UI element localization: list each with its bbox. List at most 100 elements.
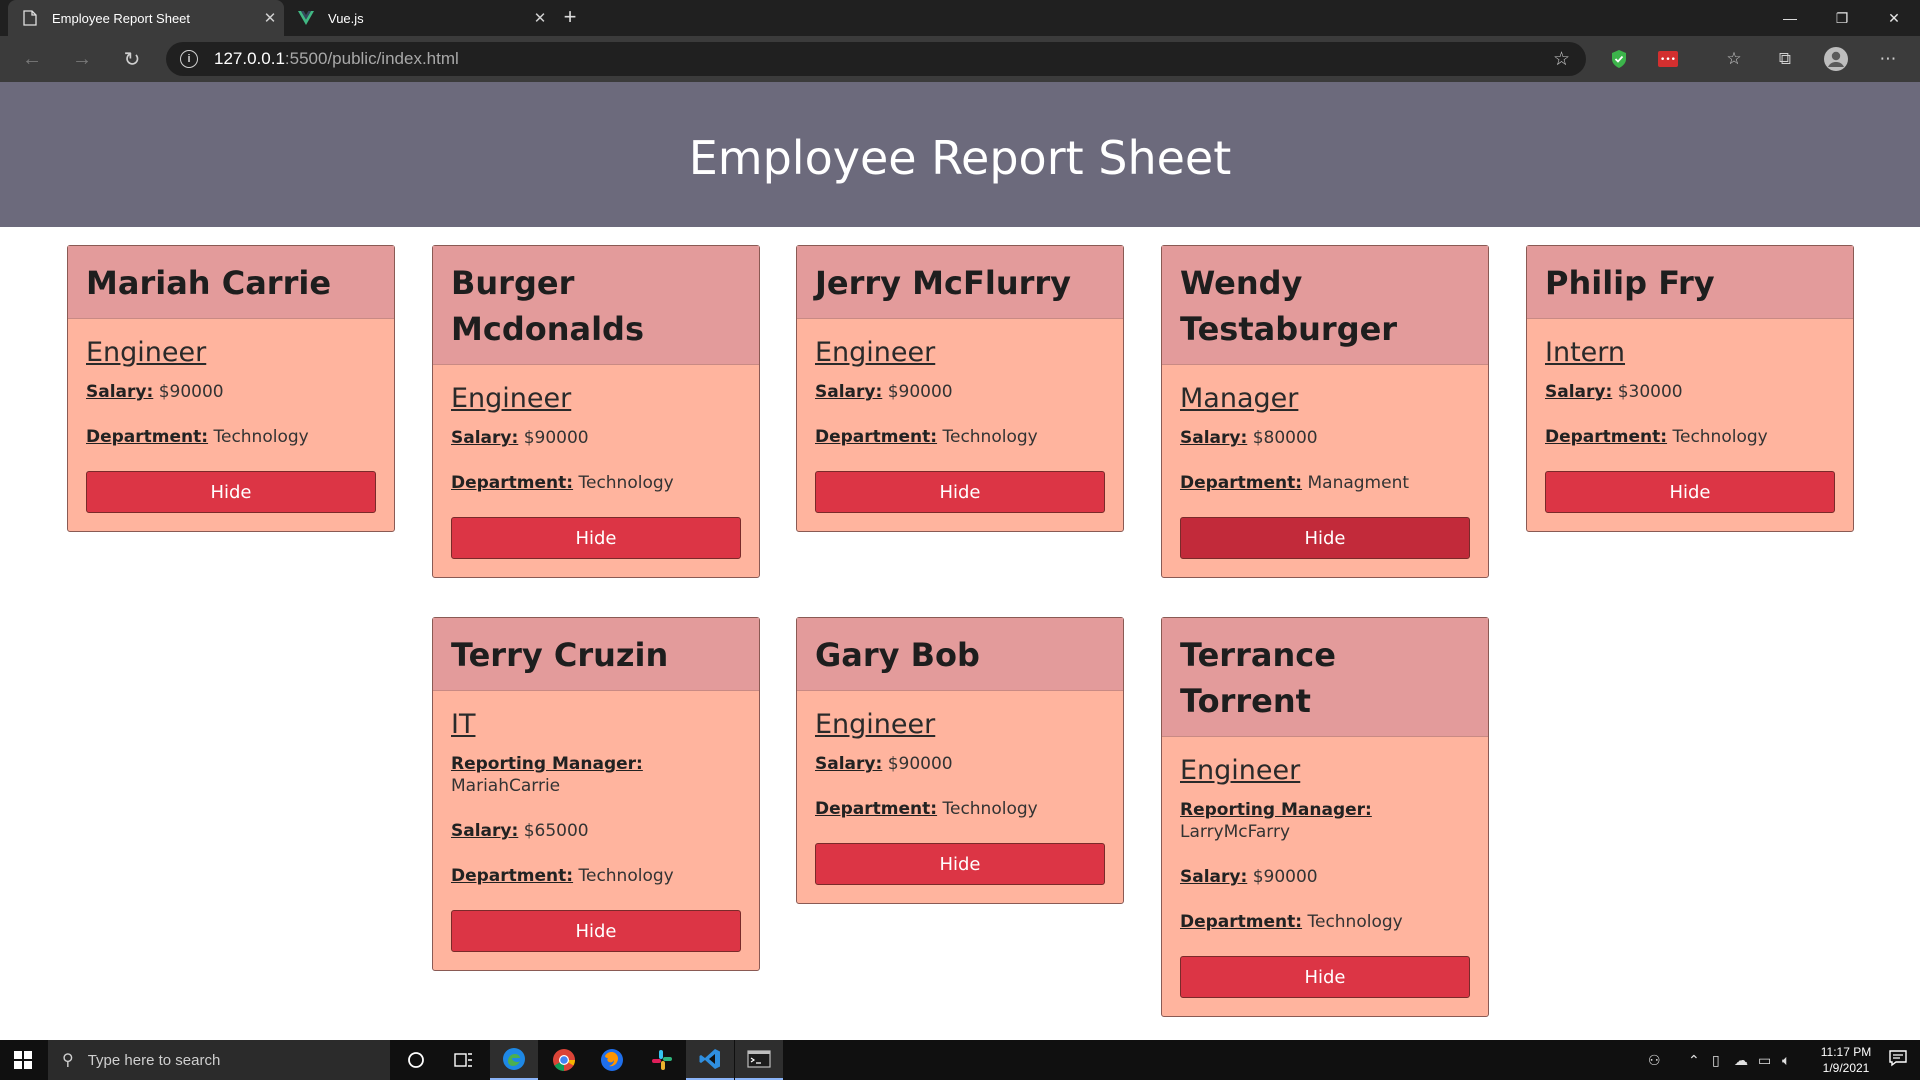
- page-title: Employee Report Sheet: [688, 130, 1232, 185]
- card-header: Burger Mcdonalds: [433, 246, 759, 365]
- hide-button[interactable]: Hide: [451, 910, 741, 952]
- department-value: Managment: [1307, 473, 1410, 493]
- clock-time: 11:17 PM: [1820, 1045, 1872, 1059]
- salary-label: Salary:: [451, 428, 519, 448]
- card-body: Engineer Reporting Manager: LarryMcFarry…: [1162, 737, 1488, 1016]
- collections-icon[interactable]: ⧉: [1773, 47, 1797, 71]
- people-icon[interactable]: ⚇: [1648, 1040, 1661, 1080]
- favorite-star-icon[interactable]: ☆: [1553, 48, 1570, 71]
- firefox-icon[interactable]: [588, 1040, 636, 1080]
- department-label: Department:: [86, 427, 209, 447]
- shield-extension-icon[interactable]: [1607, 47, 1631, 71]
- card-header: Terry Cruzin: [433, 618, 759, 691]
- back-arrow-icon[interactable]: ←: [16, 43, 48, 75]
- notification-icon[interactable]: [1888, 1048, 1912, 1072]
- favorites-icon[interactable]: ☆: [1722, 47, 1746, 71]
- employee-role: Engineer: [86, 337, 207, 368]
- employee-card: Terrance Torrent Engineer Reporting Mana…: [1161, 617, 1489, 1017]
- card-body: Engineer Salary: $90000 Department: Tech…: [68, 319, 394, 531]
- salary-value: $65000: [523, 821, 589, 841]
- close-window-icon[interactable]: ✕: [1868, 0, 1920, 36]
- hide-button[interactable]: Hide: [451, 517, 741, 559]
- tab-vuejs[interactable]: Vue.js ✕: [284, 0, 554, 36]
- close-icon[interactable]: ✕: [526, 9, 554, 27]
- hide-button[interactable]: Hide: [815, 843, 1105, 885]
- employee-role: IT: [451, 709, 476, 740]
- tab-employee-report-sheet[interactable]: Employee Report Sheet ✕: [8, 0, 284, 36]
- card-header: Jerry McFlurry: [797, 246, 1123, 319]
- salary-label: Salary:: [1180, 428, 1248, 448]
- employee-name: Terry Cruzin: [451, 636, 669, 674]
- employee-name: Gary Bob: [815, 636, 980, 674]
- refresh-icon[interactable]: ↻: [116, 43, 148, 75]
- hide-button[interactable]: Hide: [1180, 956, 1470, 998]
- card-header: Wendy Testaburger: [1162, 246, 1488, 365]
- page-header: Employee Report Sheet: [0, 82, 1920, 227]
- cortana-icon[interactable]: [392, 1040, 440, 1080]
- employee-name: Mariah Carrie: [86, 264, 332, 302]
- chevron-up-icon[interactable]: ⌃: [1688, 1040, 1700, 1080]
- tab-title: Vue.js: [328, 10, 364, 26]
- salary-label: Salary:: [1545, 382, 1613, 402]
- tab-title: Employee Report Sheet: [52, 10, 191, 26]
- reporting-manager-value: LarryMcFarry: [1180, 822, 1291, 842]
- terminal-icon[interactable]: [735, 1040, 783, 1080]
- vscode-icon[interactable]: [686, 1040, 734, 1080]
- hide-button[interactable]: Hide: [1545, 471, 1835, 513]
- salary-field: Salary: $90000: [451, 427, 741, 449]
- department-field: Department: Technology: [815, 798, 1105, 820]
- card-body: Engineer Salary: $90000 Department: Tech…: [433, 365, 759, 577]
- employee-card: Burger Mcdonalds Engineer Salary: $90000…: [432, 245, 760, 578]
- salary-value: $90000: [887, 754, 953, 774]
- address-bar-row: ← → ↻ i 127.0.0.1 :5500/public/index.htm…: [0, 36, 1920, 82]
- department-label: Department:: [1180, 912, 1303, 932]
- taskbar-search-input[interactable]: ⚲ Type here to search: [48, 1040, 390, 1080]
- onedrive-cloud-icon[interactable]: ☁: [1734, 1040, 1748, 1080]
- password-extension-icon[interactable]: •••: [1656, 47, 1680, 71]
- salary-field: Salary: $90000: [86, 381, 376, 403]
- hide-button[interactable]: Hide: [815, 471, 1105, 513]
- taskbar-clock[interactable]: 11:17 PM 1/9/2021: [1816, 1044, 1876, 1076]
- employee-role: Manager: [1180, 383, 1299, 414]
- url-host: 127.0.0.1: [214, 49, 285, 68]
- hide-button[interactable]: Hide: [1180, 517, 1470, 559]
- department-field: Department: Technology: [815, 426, 1105, 448]
- salary-field: Salary: $90000: [1180, 866, 1470, 888]
- chrome-icon[interactable]: [540, 1040, 588, 1080]
- task-view-icon[interactable]: [440, 1040, 488, 1080]
- employee-role: Engineer: [451, 383, 572, 414]
- department-label: Department:: [1545, 427, 1668, 447]
- url-input[interactable]: i 127.0.0.1 :5500/public/index.html ☆: [166, 42, 1586, 76]
- salary-label: Salary:: [815, 382, 883, 402]
- new-tab-button[interactable]: +: [556, 4, 584, 32]
- restore-icon[interactable]: ❐: [1816, 0, 1868, 36]
- network-icon[interactable]: ▭: [1758, 1040, 1771, 1080]
- department-field: Department: Technology: [451, 472, 741, 494]
- salary-label: Salary:: [1180, 867, 1248, 887]
- info-icon[interactable]: i: [180, 50, 198, 68]
- minimize-icon[interactable]: ―: [1764, 0, 1816, 36]
- windows-start-icon[interactable]: [0, 1040, 46, 1080]
- forward-arrow-icon[interactable]: →: [66, 43, 98, 75]
- employee-card: Mariah Carrie Engineer Salary: $90000 De…: [67, 245, 395, 532]
- vue-logo-icon: [298, 10, 314, 26]
- url-path: :5500/public/index.html: [284, 49, 459, 68]
- card-body: Engineer Salary: $90000 Department: Tech…: [797, 319, 1123, 531]
- slack-icon[interactable]: [638, 1040, 686, 1080]
- page-icon: [22, 10, 38, 26]
- department-value: Technology: [578, 473, 674, 493]
- hide-button[interactable]: Hide: [86, 471, 376, 513]
- more-options-icon[interactable]: ⋯: [1876, 47, 1900, 71]
- department-label: Department:: [1180, 473, 1303, 493]
- card-body: Engineer Salary: $90000 Department: Tech…: [797, 691, 1123, 903]
- reporting-manager-field: Reporting Manager: LarryMcFarry: [1180, 799, 1470, 843]
- volume-icon[interactable]: 🔈︎: [1782, 1040, 1790, 1080]
- device-icon[interactable]: ▯: [1712, 1040, 1720, 1080]
- reporting-manager-value: MariahCarrie: [451, 776, 561, 796]
- employee-name: Burger Mcdonalds: [451, 264, 644, 348]
- close-icon[interactable]: ✕: [256, 9, 284, 27]
- employee-card: Gary Bob Engineer Salary: $90000 Departm…: [796, 617, 1124, 904]
- department-value: Technology: [1307, 912, 1403, 932]
- edge-browser-icon[interactable]: [490, 1040, 538, 1080]
- profile-avatar-icon[interactable]: [1824, 47, 1848, 71]
